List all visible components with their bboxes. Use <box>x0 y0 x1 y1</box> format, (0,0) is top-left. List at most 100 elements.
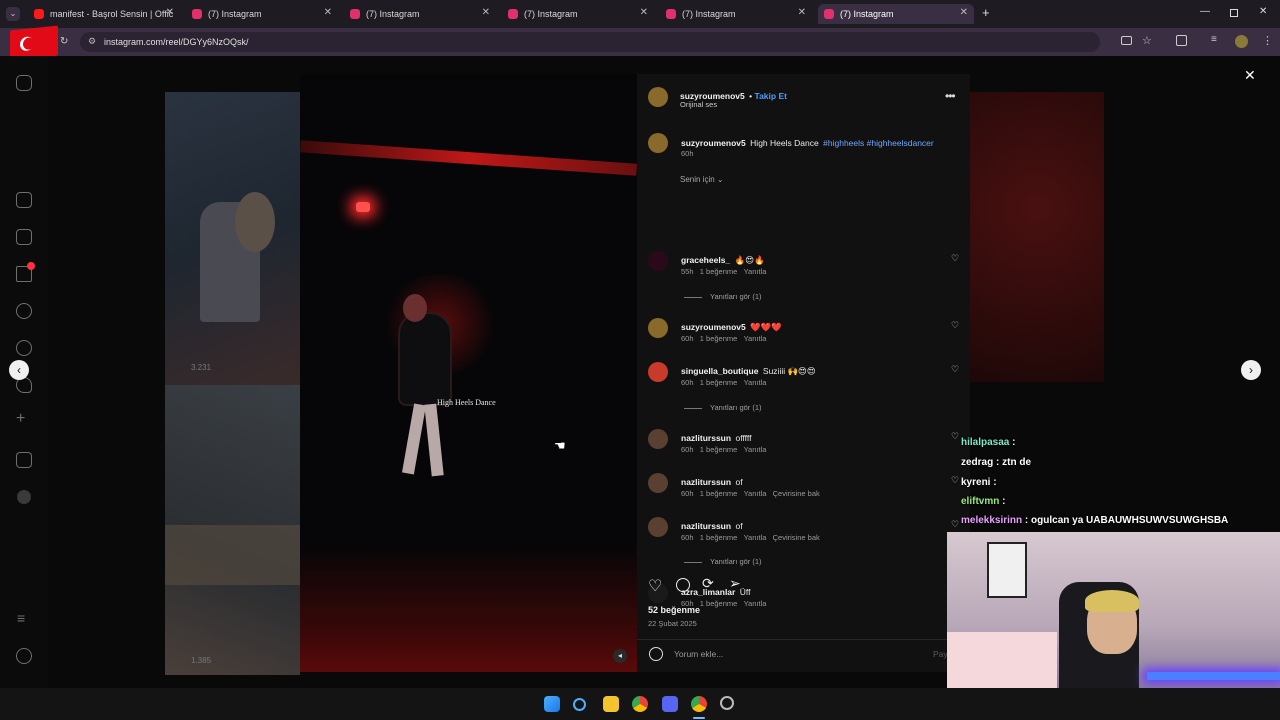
author-avatar[interactable] <box>648 87 668 107</box>
caption-hashtags[interactable]: #highheels #highheelsdancer <box>823 138 934 148</box>
like-icon[interactable]: ♡ <box>648 576 662 596</box>
cast-icon[interactable] <box>1121 36 1132 45</box>
commenter-avatar[interactable] <box>648 362 668 382</box>
close-icon[interactable]: ✕ <box>166 7 174 18</box>
new-tab-button[interactable]: + <box>982 5 990 20</box>
comment-likes[interactable]: 1 beğenme <box>700 489 738 498</box>
follow-button[interactable]: Takip Et <box>755 91 787 101</box>
profile-avatar[interactable] <box>1235 35 1248 48</box>
file-explorer-icon[interactable] <box>603 696 619 712</box>
comment-username[interactable]: nazliturssun <box>681 521 731 531</box>
minimize-icon[interactable]: — <box>1200 6 1210 17</box>
close-icon[interactable]: ✕ <box>324 7 332 18</box>
tab-instagram-2[interactable]: (7) Instagram ✕ <box>344 4 496 24</box>
tab-instagram-5[interactable]: (7) Instagram ✕ <box>818 4 974 24</box>
reel-video[interactable]: High Heels Dance ☚ ◂ <box>300 74 637 672</box>
reading-list-icon[interactable]: ≡ <box>1211 34 1217 45</box>
chrome-icon[interactable] <box>632 696 648 712</box>
reply-button[interactable]: Yanıtla <box>744 334 767 343</box>
close-icon[interactable]: ✕ <box>482 7 490 18</box>
post-comment-button[interactable]: Pay <box>933 649 948 659</box>
reload-icon[interactable]: ↻ <box>60 36 68 47</box>
repost-icon[interactable]: ⟳ <box>702 575 714 592</box>
view-replies-button[interactable]: Yanıtları gör (1) <box>684 557 762 566</box>
more-options-icon[interactable]: ••• <box>945 89 956 103</box>
instagram-logo-icon[interactable] <box>16 75 32 91</box>
close-icon[interactable]: ✕ <box>640 7 648 18</box>
profile-avatar[interactable] <box>17 490 31 504</box>
tab-instagram-3[interactable]: (7) Instagram ✕ <box>502 4 654 24</box>
tab-instagram-4[interactable]: (7) Instagram ✕ <box>660 4 812 24</box>
comment-like-icon[interactable]: ♡ <box>951 364 959 375</box>
commenter-avatar[interactable] <box>648 517 668 537</box>
extensions-icon[interactable] <box>1176 35 1187 46</box>
comment-like-icon[interactable]: ♡ <box>951 475 959 486</box>
comment-likes[interactable]: 1 beğenme <box>700 267 738 276</box>
search-icon[interactable] <box>16 303 32 319</box>
commenter-avatar[interactable] <box>648 318 668 338</box>
commenter-avatar[interactable] <box>648 251 668 271</box>
more-menu-icon[interactable]: ≡ <box>17 610 25 626</box>
close-modal-icon[interactable]: ✕ <box>1244 67 1256 84</box>
author-avatar[interactable] <box>648 133 668 153</box>
comment-username[interactable]: graceheels_ <box>681 255 730 265</box>
comment-likes[interactable]: 1 beğenme <box>700 599 738 608</box>
translate-button[interactable]: Çevirisine bak <box>773 489 820 498</box>
background-reel-thumb[interactable]: 3.231 <box>165 92 300 385</box>
previous-reel-button[interactable]: ‹ <box>9 360 29 380</box>
windows-start-icon[interactable] <box>544 696 560 712</box>
reply-button[interactable]: Yanıtla <box>744 489 767 498</box>
comment-username[interactable]: nazliturssun <box>681 433 731 443</box>
explore-icon[interactable] <box>16 340 32 356</box>
threads-icon[interactable] <box>16 648 32 664</box>
comment-username[interactable]: suzyroumenov5 <box>681 322 746 332</box>
close-window-icon[interactable]: ✕ <box>1259 6 1267 17</box>
chrome-icon[interactable] <box>691 696 707 712</box>
comment-sort-dropdown[interactable]: Senin için ⌄ <box>680 175 724 184</box>
reply-button[interactable]: Yanıtla <box>744 599 767 608</box>
settings-icon[interactable] <box>720 696 734 710</box>
translate-button[interactable]: Çevirisine bak <box>773 533 820 542</box>
comment-like-icon[interactable]: ♡ <box>951 519 959 530</box>
view-replies-button[interactable]: Yanıtları gör (1) <box>684 403 762 412</box>
commenter-avatar[interactable] <box>648 473 668 493</box>
bookmark-star-icon[interactable]: ☆ <box>1142 34 1152 47</box>
comment-icon[interactable] <box>676 578 690 592</box>
next-reel-button[interactable]: › <box>1241 360 1261 380</box>
view-replies-button[interactable]: Yanıtları gör (1) <box>684 292 762 301</box>
tab-youtube[interactable]: manifest - Başrol Sensin | Offic ✕ <box>28 4 180 24</box>
tab-search-icon[interactable]: ⌄ <box>6 7 20 21</box>
mute-icon[interactable]: ◂ <box>613 649 627 663</box>
search-icon[interactable] <box>573 698 586 711</box>
emoji-icon[interactable] <box>649 647 663 661</box>
comment-like-icon[interactable]: ♡ <box>951 431 959 442</box>
background-reel-thumb[interactable]: 1.385 <box>165 385 300 675</box>
caption-username[interactable]: suzyroumenov5 <box>681 138 746 148</box>
audio-label[interactable]: Orijinal ses <box>680 100 717 109</box>
comment-like-icon[interactable]: ♡ <box>951 253 959 264</box>
restore-icon[interactable] <box>1230 9 1238 17</box>
comment-likes[interactable]: 1 beğenme <box>700 334 738 343</box>
reels-icon[interactable] <box>16 229 32 245</box>
tab-instagram-1[interactable]: (7) Instagram ✕ <box>186 4 338 24</box>
share-icon[interactable]: ➢ <box>729 575 741 592</box>
create-icon[interactable]: + <box>16 410 25 428</box>
comment-like-icon[interactable]: ♡ <box>951 320 959 331</box>
comment-username[interactable]: nazliturssun <box>681 477 731 487</box>
reply-button[interactable]: Yanıtla <box>744 533 767 542</box>
home-icon[interactable] <box>16 192 32 208</box>
url-input[interactable]: ⚙ instagram.com/reel/DGYy6NzOQsk/ <box>80 32 1100 52</box>
reply-button[interactable]: Yanıtla <box>744 267 767 276</box>
comment-likes[interactable]: 1 beğenme <box>700 378 738 387</box>
comment-username[interactable]: singuella_boutique <box>681 366 758 376</box>
close-icon[interactable]: ✕ <box>798 7 806 18</box>
close-icon[interactable]: ✕ <box>960 7 968 18</box>
menu-icon[interactable]: ⋮ <box>1262 34 1273 47</box>
site-info-icon[interactable]: ⚙ <box>88 36 96 47</box>
dashboard-icon[interactable] <box>16 452 32 468</box>
comment-input[interactable]: Yorum ekle... <box>674 649 723 659</box>
comment-likes[interactable]: 1 beğenme <box>700 445 738 454</box>
comment-likes[interactable]: 1 beğenme <box>700 533 738 542</box>
discord-icon[interactable] <box>662 696 678 712</box>
like-count[interactable]: 52 beğenme <box>648 605 700 615</box>
